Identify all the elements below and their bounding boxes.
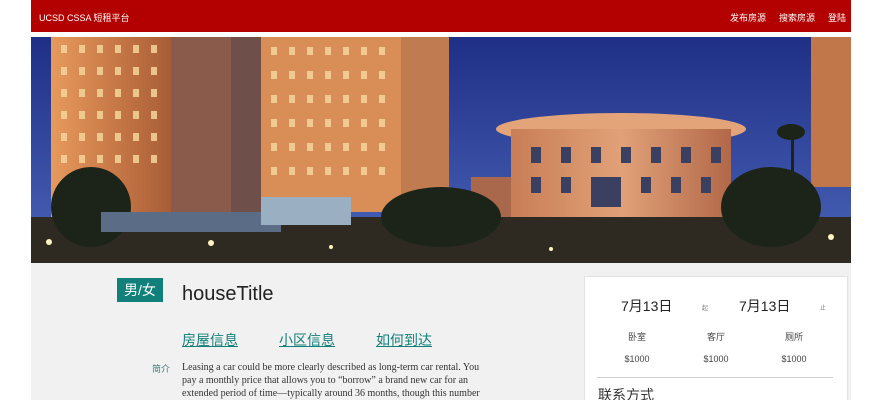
intro-text: Leasing a car could be more clearly desc…: [182, 362, 480, 399]
tab-community-info[interactable]: 小区信息: [279, 330, 335, 350]
room-price-living-room: $1000: [703, 354, 729, 364]
start-date-label: 起: [702, 306, 709, 312]
end-date[interactable]: 7月13日: [739, 296, 790, 316]
hotel-photo: [31, 37, 851, 263]
tab-directions[interactable]: 如何到达: [376, 330, 432, 350]
tab-house-info[interactable]: 房屋信息: [182, 330, 238, 350]
intro-label: 简介: [152, 364, 171, 374]
page-title: houseTitle: [182, 283, 274, 305]
start-date[interactable]: 7月13日: [621, 296, 672, 316]
nav-login[interactable]: 登陆: [828, 11, 846, 24]
room-label-bedroom: 卧室: [627, 332, 646, 342]
room-price-bedroom: $1000: [624, 354, 650, 364]
gender-badge: 男/女: [117, 278, 163, 302]
room-label-bathroom: 厕所: [784, 332, 803, 342]
contact-title: 联系方式: [598, 387, 654, 400]
card-divider: [597, 377, 833, 378]
end-date-label: 止: [820, 306, 827, 312]
top-navbar: UCSD CSSA 短租平台 发布房源 搜索房源 登陆: [31, 0, 851, 32]
nav-search-listing[interactable]: 搜索房源: [779, 11, 815, 24]
nav-publish-listing[interactable]: 发布房源: [730, 11, 766, 24]
hero-banner-image: [31, 37, 851, 263]
brand-logo-text[interactable]: UCSD CSSA 短租平台: [39, 11, 130, 24]
room-price-bathroom: $1000: [781, 354, 807, 364]
room-label-living-room: 客厅: [706, 332, 725, 342]
